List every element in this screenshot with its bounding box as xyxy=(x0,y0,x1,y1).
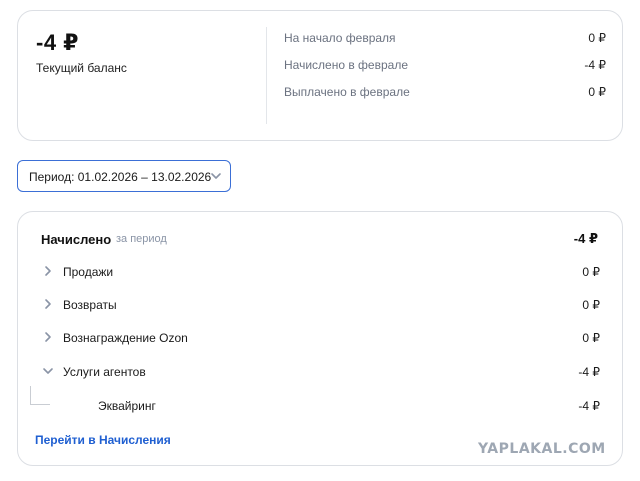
stat-label: Начислено в феврале xyxy=(284,58,408,72)
chevron-right-icon xyxy=(45,299,51,309)
stat-label: На начало февраля xyxy=(284,31,396,45)
accrual-row-label: Вознаграждение Ozon xyxy=(63,331,188,345)
stat-value: 0 ₽ xyxy=(588,85,606,99)
stat-row-accrued: Начислено в феврале -4 ₽ xyxy=(284,58,606,74)
period-dropdown-value: Период: 01.02.2026 – 13.02.2026 xyxy=(29,170,212,184)
chevron-down-icon xyxy=(43,368,53,374)
stat-value: -4 ₽ xyxy=(584,58,606,72)
accrual-row-sales[interactable]: Продажи 0 ₽ xyxy=(38,263,600,281)
accrual-row-ozon-fee[interactable]: Вознаграждение Ozon 0 ₽ xyxy=(38,329,600,347)
accrual-row-label: Возвраты xyxy=(63,298,117,312)
accrual-subrow-value: -4 ₽ xyxy=(578,399,600,413)
accrual-subrow-acquiring: Эквайринг -4 ₽ xyxy=(98,397,600,415)
accrual-row-label: Продажи xyxy=(63,265,114,279)
stat-row-paid: Выплачено в феврале 0 ₽ xyxy=(284,85,606,101)
current-balance-label: Текущий баланс xyxy=(36,61,127,75)
accrual-subrow-label: Эквайринг xyxy=(98,399,156,413)
accrual-row-value: 0 ₽ xyxy=(582,298,600,312)
watermark: YAPLAKAL.COM xyxy=(478,441,606,457)
accrual-row-label: Услуги агентов xyxy=(63,365,146,379)
period-dropdown[interactable]: Период: 01.02.2026 – 13.02.2026 xyxy=(17,160,231,192)
accruals-card: Начислено за период -4 ₽ Продажи 0 ₽ Воз… xyxy=(17,211,623,466)
tree-connector xyxy=(30,386,50,405)
stat-value: 0 ₽ xyxy=(588,31,606,45)
accrual-row-value: -4 ₽ xyxy=(578,365,600,379)
accruals-subtitle: за период xyxy=(116,233,167,245)
stat-row-start-of-month: На начало февраля 0 ₽ xyxy=(284,31,606,47)
current-balance-amount: -4 ₽ xyxy=(36,30,79,55)
accruals-title: Начислено xyxy=(41,232,112,247)
accrual-row-agent-services[interactable]: Услуги агентов -4 ₽ xyxy=(38,363,600,381)
accrual-row-value: 0 ₽ xyxy=(582,331,600,345)
chevron-right-icon xyxy=(45,266,51,276)
accrual-row-returns[interactable]: Возвраты 0 ₽ xyxy=(38,296,600,314)
stat-label: Выплачено в феврале xyxy=(284,85,410,99)
balance-card: -4 ₽ Текущий баланс На начало февраля 0 … xyxy=(17,10,623,141)
accruals-total: -4 ₽ xyxy=(573,231,598,246)
accrual-row-value: 0 ₽ xyxy=(582,265,600,279)
chevron-right-icon xyxy=(45,332,51,342)
vertical-divider xyxy=(266,27,267,124)
go-to-accruals-link[interactable]: Перейти в Начисления xyxy=(35,433,171,447)
chevron-down-icon xyxy=(211,173,221,179)
